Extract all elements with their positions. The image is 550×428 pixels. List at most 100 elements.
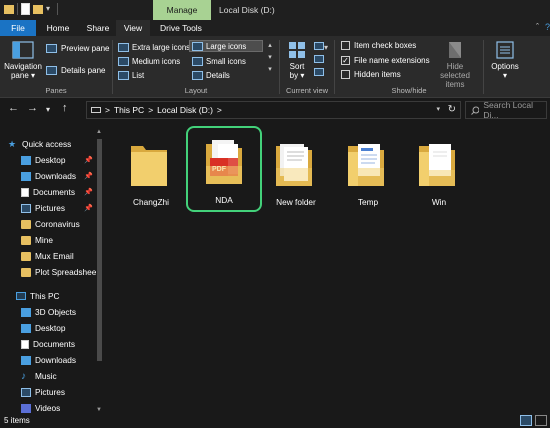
pin-icon[interactable]: 📌 bbox=[84, 188, 93, 196]
refresh-icon[interactable]: ↻ bbox=[448, 104, 456, 115]
preview-pane-button[interactable]: Preview pane bbox=[46, 44, 109, 53]
pictures-icon bbox=[21, 387, 31, 397]
nav-item-label: Videos bbox=[35, 403, 61, 413]
pin-icon[interactable]: 📌 bbox=[84, 156, 93, 164]
title-bar: ▾ Manage Local Disk (D:) bbox=[0, 0, 550, 20]
forward-button[interactable]: → bbox=[27, 102, 38, 114]
scroll-down-icon[interactable]: ▾ bbox=[265, 52, 275, 64]
customize-qat-icon[interactable]: ▾ bbox=[46, 3, 54, 15]
nav-pc-downloads[interactable]: Downloads bbox=[21, 353, 76, 367]
file-item[interactable]: Temp bbox=[333, 128, 403, 214]
address-history-icon[interactable]: ▾ bbox=[436, 105, 440, 113]
nav-item-label: Downloads bbox=[35, 355, 77, 365]
nav-pc-3d-objects[interactable]: 3D Objects bbox=[21, 305, 76, 319]
back-button[interactable]: ← bbox=[8, 102, 19, 114]
details-pane-button[interactable]: Details pane bbox=[46, 66, 105, 75]
checkbox[interactable] bbox=[341, 70, 350, 79]
navigation-pane-button[interactable]: Navigation pane ▾ bbox=[4, 40, 42, 80]
help-icon[interactable]: ? bbox=[545, 22, 550, 32]
new-folder-icon[interactable] bbox=[33, 4, 43, 14]
file-item[interactable]: New folder bbox=[261, 128, 331, 214]
file-item-selected[interactable]: PDF NDA bbox=[186, 126, 262, 212]
layout-extra-large-icons[interactable]: Extra large icons bbox=[116, 41, 192, 53]
tab-file[interactable]: File bbox=[0, 20, 36, 36]
add-columns-icon[interactable] bbox=[314, 54, 328, 67]
nav-pc-documents[interactable]: Documents bbox=[21, 337, 75, 351]
nav-quick-access[interactable]: ★ Quick access bbox=[8, 137, 71, 151]
large-icons-view-toggle-icon[interactable] bbox=[535, 415, 547, 426]
checkbox[interactable] bbox=[341, 41, 350, 50]
preview-pane-icon bbox=[46, 44, 57, 53]
nav-quick-desktop[interactable]: Desktop bbox=[21, 153, 65, 167]
gallery-more-icon[interactable]: ▾ bbox=[265, 64, 275, 76]
breadcrumb-this-pc[interactable]: This PC bbox=[114, 105, 144, 115]
recent-locations-icon[interactable]: ▾ bbox=[46, 105, 50, 114]
toolbar-separator bbox=[57, 3, 58, 15]
tab-share[interactable]: Share bbox=[80, 20, 116, 36]
item-count: 5 items bbox=[4, 416, 30, 425]
sort-by-button[interactable]: Sort by ▾ bbox=[284, 40, 310, 80]
file-item[interactable]: Win bbox=[404, 128, 474, 214]
manage-contextual-tab[interactable]: Manage bbox=[153, 0, 211, 20]
file-item[interactable]: ChangZhi bbox=[116, 128, 186, 214]
nav-quick-documents[interactable]: Documents bbox=[21, 185, 75, 199]
nav-item-label: Documents bbox=[33, 339, 75, 349]
nav-quick-downloads[interactable]: Downloads bbox=[21, 169, 76, 183]
breadcrumb-separator[interactable]: > bbox=[105, 105, 110, 115]
layout-item-label: Large icons bbox=[206, 41, 247, 51]
nav-pc-desktop[interactable]: Desktop bbox=[21, 321, 65, 335]
breadcrumb-local-disk[interactable]: Local Disk (D:) bbox=[157, 105, 213, 115]
breadcrumb-separator[interactable]: > bbox=[217, 105, 222, 115]
up-button[interactable]: ↑ bbox=[62, 102, 68, 114]
nav-item-label: This PC bbox=[30, 291, 60, 301]
tab-home[interactable]: Home bbox=[40, 20, 76, 36]
nav-quick-plot-spreadsheet[interactable]: Plot Spreadshee bbox=[21, 265, 96, 279]
properties-icon[interactable] bbox=[21, 3, 30, 15]
nav-this-pc[interactable]: This PC bbox=[16, 289, 60, 303]
scrollbar-thumb[interactable] bbox=[97, 139, 102, 361]
layout-details[interactable]: Details bbox=[190, 69, 232, 81]
details-view-toggle-icon[interactable] bbox=[520, 415, 532, 426]
group-by-icon[interactable]: ▾ bbox=[314, 41, 328, 54]
layout-large-icons[interactable]: Large icons bbox=[189, 40, 263, 52]
extra-large-icons-icon bbox=[118, 42, 129, 52]
videos-icon bbox=[21, 403, 31, 413]
hidden-items-toggle[interactable]: Hidden items bbox=[341, 70, 401, 79]
options-button[interactable]: Options ▾ bbox=[487, 40, 523, 80]
breadcrumb-separator[interactable]: > bbox=[148, 105, 153, 115]
layout-item-label: Medium icons bbox=[132, 56, 181, 66]
nav-item-label: Plot Spreadshee bbox=[35, 267, 97, 277]
nav-pane-scrollbar[interactable]: ▲ ▼ bbox=[95, 129, 104, 413]
checkbox-checked[interactable]: ✓ bbox=[341, 56, 350, 65]
nav-quick-mine[interactable]: Mine bbox=[21, 233, 53, 247]
scroll-up-icon[interactable]: ▴ bbox=[265, 40, 275, 52]
pin-icon[interactable]: 📌 bbox=[84, 204, 93, 212]
nav-item-label: Mine bbox=[35, 235, 53, 245]
nav-pc-music[interactable]: ♪ Music bbox=[21, 369, 57, 383]
address-bar[interactable]: > This PC > Local Disk (D:) > ▾ ↻ bbox=[86, 101, 461, 119]
hide-selected-items-button[interactable]: Hide selected items bbox=[431, 40, 479, 89]
scroll-up-icon[interactable]: ▲ bbox=[96, 129, 102, 135]
tab-view[interactable]: View bbox=[116, 20, 150, 36]
pin-icon[interactable]: 📌 bbox=[84, 172, 93, 180]
music-icon: ♪ bbox=[21, 370, 26, 382]
collapse-ribbon-icon[interactable]: ˆ bbox=[536, 22, 539, 32]
layout-gallery-scroll[interactable]: ▴ ▾ ▾ bbox=[265, 40, 275, 76]
layout-list[interactable]: List bbox=[116, 69, 146, 81]
search-box[interactable]: Search Local Di... bbox=[465, 100, 547, 120]
size-columns-icon[interactable] bbox=[314, 67, 328, 80]
nav-quick-pictures[interactable]: Pictures bbox=[21, 201, 65, 215]
nav-quick-coronavirus[interactable]: Coronavirus bbox=[21, 217, 80, 231]
layout-small-icons[interactable]: Small icons bbox=[190, 55, 248, 67]
layout-medium-icons[interactable]: Medium icons bbox=[116, 55, 182, 67]
current-view-group: Sort by ▾ ▾ Current view bbox=[280, 36, 334, 98]
pdf-folder-icon: PDF bbox=[206, 140, 242, 184]
file-name-extensions-toggle[interactable]: ✓ File name extensions bbox=[341, 56, 430, 65]
item-check-boxes-toggle[interactable]: Item check boxes bbox=[341, 41, 416, 50]
quick-access-toolbar: ▾ bbox=[4, 3, 58, 15]
nav-pc-pictures[interactable]: Pictures bbox=[21, 385, 65, 399]
folder-icon bbox=[21, 267, 31, 277]
hidden-items-label: Hidden items bbox=[354, 70, 401, 79]
tab-drive-tools[interactable]: Drive Tools bbox=[155, 20, 207, 36]
nav-quick-mux-email[interactable]: Mux Email bbox=[21, 249, 74, 263]
